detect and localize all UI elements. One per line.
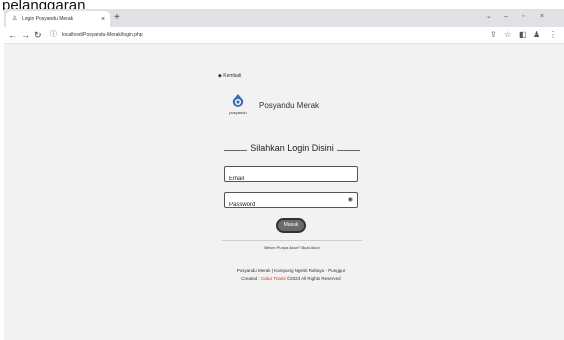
back-arrow-icon[interactable]: ← (8, 29, 17, 41)
minimize-button[interactable]: – (504, 12, 508, 22)
login-button[interactable]: Masuk (276, 218, 306, 233)
reload-icon[interactable]: ↻ (34, 29, 42, 41)
brand-block: posyandu Posyandu Merak (227, 94, 367, 120)
email-field[interactable] (224, 166, 358, 186)
sidepanel-icon[interactable]: ◧ (519, 29, 527, 41)
heading-text: Silahkan Login Disini (247, 143, 337, 153)
footer-created-label: Created : (241, 276, 260, 281)
tab-strip: ♙ Login Posyandu Merak × + ⌄ – ▫ × (4, 9, 564, 27)
browser-toolbar: ← → ↻ ⓘ localhost/Posyandu-Merak/login.p… (4, 27, 564, 44)
address-bar[interactable]: ⓘ localhost/Posyandu-Merak/login.php (50, 29, 470, 41)
footer-rights: ©2023 All Rights Reserved (286, 276, 341, 281)
menu-kebab-icon[interactable]: ⋮ (549, 29, 557, 41)
logo-text: posyandu (229, 110, 247, 115)
login-heading: Silahkan Login Disini (224, 143, 360, 157)
brand-name: Posyandu Merak (259, 101, 320, 110)
maximize-button[interactable]: ▫ (522, 12, 524, 22)
profile-icon[interactable]: ♟ (533, 29, 540, 41)
share-icon[interactable]: ⇪ (490, 29, 497, 41)
favicon-icon: ♙ (12, 16, 18, 22)
back-link-label: Kembali (223, 73, 242, 79)
footer-author: Catur Trianti (261, 276, 286, 281)
email-input[interactable] (225, 172, 339, 186)
tab-close-button[interactable]: × (98, 16, 108, 23)
register-link[interactable]: Belum Punya Akun? Buat Akun (222, 245, 362, 250)
heading-text-wrap: Silahkan Login Disini (224, 143, 360, 153)
browser-window: ♙ Login Posyandu Merak × + ⌄ – ▫ × ← → ↻… (4, 9, 564, 340)
tab-title: Login Posyandu Merak (22, 16, 74, 22)
site-info-icon[interactable]: ⓘ (50, 29, 57, 41)
posyandu-logo: posyandu (227, 94, 249, 120)
divider (222, 240, 362, 241)
footer-address: Posyandu Merak | Kampung Ngesti Rahayu -… (236, 268, 346, 273)
tab-search-icon[interactable]: ⌄ (486, 12, 492, 22)
forward-arrow-icon[interactable]: → (21, 29, 30, 41)
footer-credits: Created : Catur Trianti ©2023 All Rights… (206, 276, 376, 281)
logo-mark-icon (232, 94, 244, 107)
back-link[interactable]: ◆ Kembali (218, 73, 241, 79)
browser-tab[interactable]: ♙ Login Posyandu Merak × (6, 11, 110, 27)
back-arrow-small-icon: ◆ (218, 73, 222, 79)
show-password-eye-icon[interactable]: ◉ (348, 196, 353, 203)
password-field[interactable]: ◉ (224, 192, 358, 212)
url-text: localhost/Posyandu-Merak/login.php (62, 32, 143, 38)
close-window-button[interactable]: × (540, 12, 544, 22)
password-input[interactable] (225, 198, 339, 212)
new-tab-button[interactable]: + (114, 12, 120, 24)
bookmark-star-icon[interactable]: ☆ (504, 29, 511, 41)
